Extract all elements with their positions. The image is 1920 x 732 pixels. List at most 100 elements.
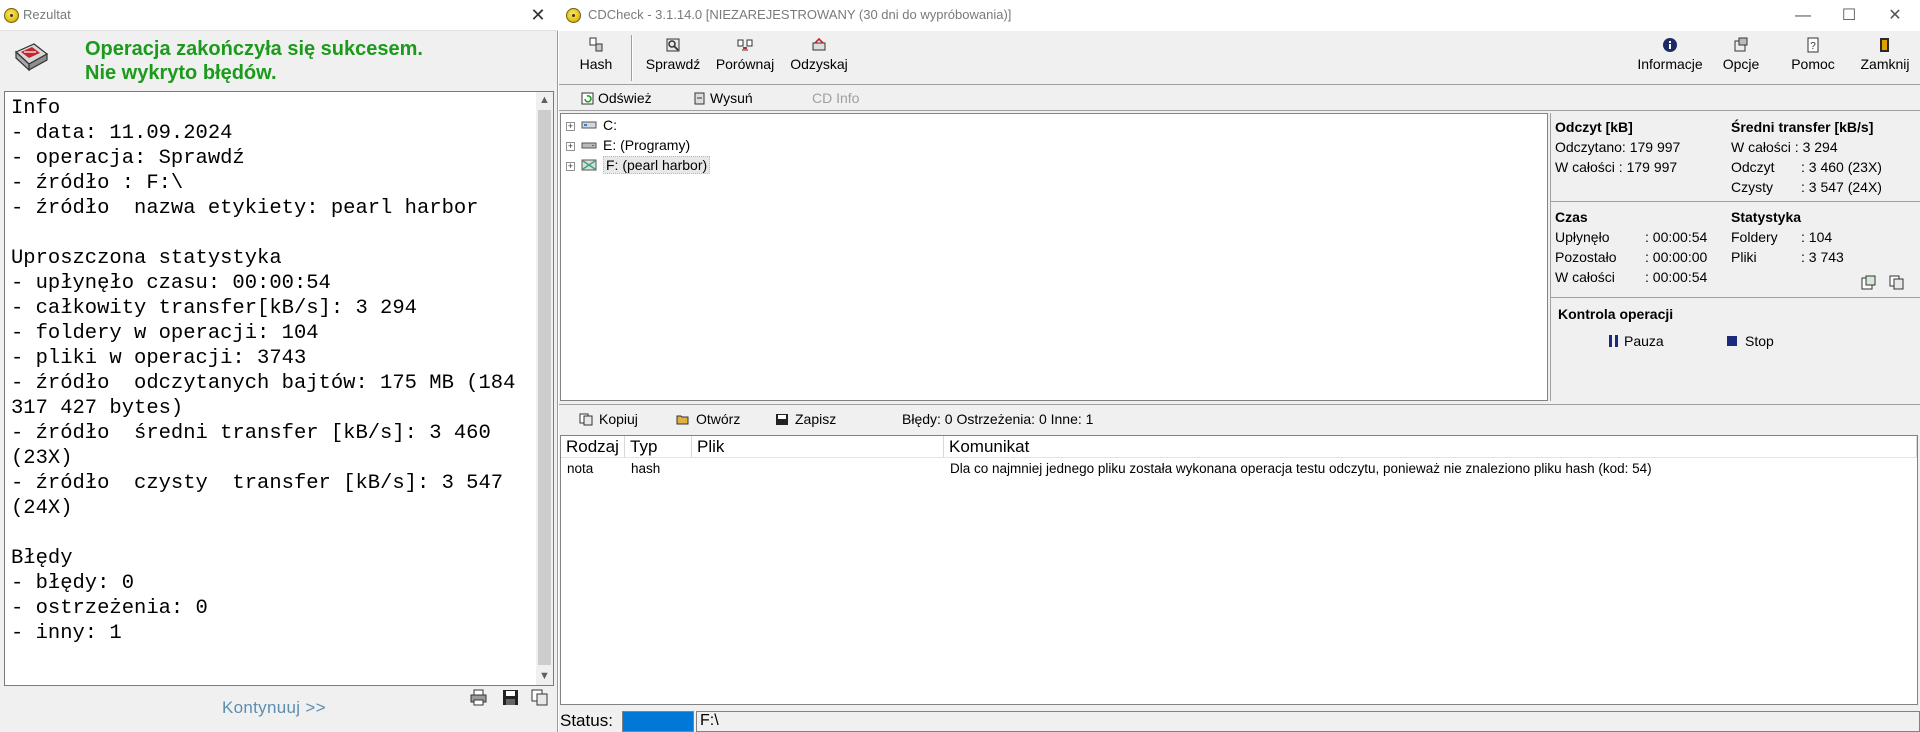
time-total-label: W całości: [1555, 269, 1615, 285]
table-row-file[interactable]: [692, 459, 698, 479]
report-text: Info - data: 11.09.2024 - operacja: Spra…: [11, 97, 516, 645]
scroll-up-icon[interactable]: ▲: [536, 92, 553, 109]
main-window-title: CDCheck - 3.1.14.0 [NIEZAREJESTROWANY (3…: [588, 7, 1012, 22]
files-label: Pliki: [1731, 249, 1757, 265]
exit-button[interactable]: Zamknij: [1856, 37, 1914, 81]
column-header-kind[interactable]: Rodzaj: [561, 436, 625, 458]
main-toolbar: Hash Sprawdź Porównaj Odzyskaj Informacj…: [559, 31, 1920, 85]
report-text-area[interactable]: Info - data: 11.09.2024 - operacja: Spra…: [4, 91, 554, 686]
check-button[interactable]: Sprawdź: [643, 37, 703, 81]
status-label: Status:: [560, 711, 613, 730]
statistics-header: Statystyka: [1731, 209, 1802, 225]
result-dialog-titlebar: Rezultat ✕: [0, 0, 558, 31]
refresh-icon: [581, 92, 594, 105]
copy-messages-button[interactable]: Kopiuj: [579, 411, 638, 427]
scrollbar-thumb[interactable]: [538, 110, 551, 665]
files-value: : 3 743: [1801, 249, 1844, 265]
column-header-message[interactable]: Komunikat: [944, 436, 1917, 458]
check-icon: [666, 38, 680, 52]
refresh-button[interactable]: Odśwież: [581, 90, 652, 106]
main-titlebar: CDCheck - 3.1.14.0 [NIEZAREJESTROWANY (3…: [559, 0, 1920, 31]
avg-transfer-header: Średni transfer [kB/s]: [1731, 119, 1874, 135]
options-button[interactable]: Opcje: [1717, 37, 1765, 81]
read-header: Odczyt [kB]: [1555, 119, 1633, 135]
status-bar: Status: F:\: [559, 708, 1920, 732]
scroll-down-icon[interactable]: ▼: [536, 668, 553, 685]
minimize-icon[interactable]: —: [1780, 0, 1826, 31]
column-header-type[interactable]: Typ: [625, 436, 692, 458]
save-messages-button[interactable]: Zapisz: [775, 411, 836, 427]
time-header: Czas: [1555, 209, 1588, 225]
toolbar-separator: [631, 35, 633, 81]
elapsed-label: Upłynęło: [1555, 229, 1610, 245]
pause-button[interactable]: Pauza: [1609, 333, 1664, 349]
exit-icon: [1880, 38, 1889, 52]
stop-icon: [1727, 336, 1737, 346]
svg-text:?: ?: [1810, 41, 1816, 52]
maximize-icon[interactable]: ☐: [1826, 0, 1872, 31]
save-icon[interactable]: [502, 689, 519, 706]
avg-clean-value: : 3 547 (24X): [1801, 179, 1882, 195]
column-header-file[interactable]: Plik: [692, 436, 944, 458]
table-row-message[interactable]: Dla co najmniej jednego pliku została wy…: [944, 459, 1652, 479]
result-dialog-title: Rezultat: [23, 7, 71, 22]
cd-drive-icon: [581, 159, 597, 171]
print-icon[interactable]: [470, 689, 487, 706]
messages-table[interactable]: Rodzaj Typ Plik Komunikat nota hash Dla …: [560, 435, 1918, 705]
info-icon: [1663, 38, 1677, 52]
close-icon[interactable]: ✕: [526, 3, 550, 27]
hard-drive-icon: [581, 142, 597, 149]
status-progress-bar: [622, 711, 694, 732]
expand-icon[interactable]: +: [566, 142, 575, 151]
report-scrollbar[interactable]: ▲ ▼: [536, 92, 553, 685]
eject-icon: [694, 92, 705, 105]
folder-open-icon: [676, 415, 689, 425]
disk-warning-icon: [14, 43, 49, 72]
tree-item-c[interactable]: + C:: [566, 117, 617, 137]
options-icon: [1734, 37, 1748, 52]
table-row-kind[interactable]: nota: [561, 459, 593, 479]
network-drive-icon: [581, 121, 597, 129]
pause-icon: [1609, 335, 1618, 347]
status-path: F:\: [696, 711, 1920, 732]
stop-button[interactable]: Stop: [1727, 333, 1774, 349]
copy-icon: [579, 413, 593, 426]
messages-toolbar: Kopiuj Otwórz Zapisz Błędy: 0 Ostrzeżeni…: [559, 404, 1920, 434]
recover-button[interactable]: Odzyskaj: [789, 37, 849, 81]
eject-button[interactable]: Wysuń: [693, 90, 753, 106]
copy-icon[interactable]: [1889, 275, 1904, 290]
table-row-type[interactable]: hash: [625, 459, 660, 479]
save-icon: [776, 414, 788, 425]
result-status-line-1: Operacja zakończyła się sukcesem.: [85, 38, 423, 60]
tree-item-e[interactable]: + E: (Programy): [566, 137, 690, 157]
copy-icon[interactable]: [531, 689, 548, 706]
time-total-value: : 00:00:54: [1645, 269, 1708, 285]
tree-item-f[interactable]: + F: (pearl harbor): [566, 156, 711, 177]
stats-divider: [1551, 297, 1920, 298]
info-button[interactable]: Informacje: [1633, 37, 1707, 81]
cd-info-button[interactable]: CD Info: [812, 90, 859, 106]
close-icon[interactable]: ✕: [1872, 0, 1918, 31]
compare-button[interactable]: Porównaj: [713, 37, 777, 81]
result-status-line-2: Nie wykryto błędów.: [85, 62, 277, 84]
help-button[interactable]: ? Pomoc: [1787, 37, 1839, 81]
remaining-value: : 00:00:00: [1645, 249, 1708, 265]
remaining-label: Pozostało: [1555, 249, 1617, 265]
compare-icon: [737, 39, 753, 51]
folders-value: : 104: [1801, 229, 1833, 245]
drive-tree[interactable]: + C: + E: (Programy) + F: (pearl harbor): [560, 113, 1548, 401]
expand-icon[interactable]: +: [566, 122, 575, 131]
expand-icon[interactable]: +: [566, 162, 575, 171]
avg-read-value: : 3 460 (23X): [1801, 159, 1882, 175]
open-messages-button[interactable]: Otwórz: [676, 411, 740, 427]
stats-divider: [1551, 201, 1920, 202]
drive-toolbar: Odśwież Wysuń CD Info: [559, 86, 1920, 111]
app-logo-icon: [566, 8, 581, 23]
export-stats-icon[interactable]: [1861, 275, 1876, 290]
folders-label: Foldery: [1731, 229, 1778, 245]
hash-button[interactable]: Hash: [578, 37, 614, 81]
help-icon: ?: [1807, 37, 1819, 53]
elapsed-value: : 00:00:54: [1645, 229, 1708, 245]
read-total: W całości : 179 997: [1555, 159, 1678, 175]
continue-button[interactable]: Kontynuuj >>: [222, 698, 326, 718]
